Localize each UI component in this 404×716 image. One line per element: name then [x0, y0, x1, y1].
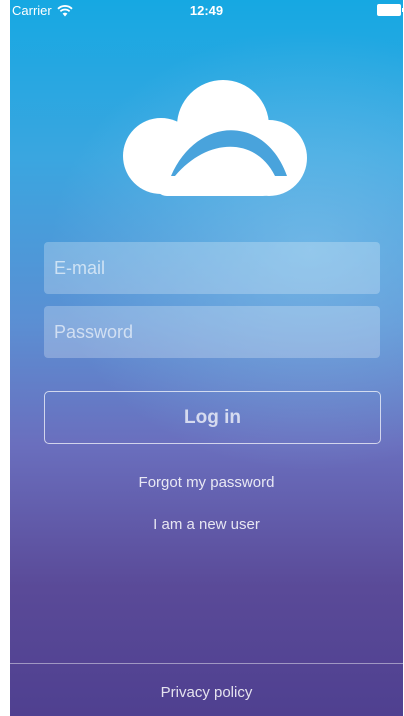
forgot-password-link[interactable]: Forgot my password: [10, 474, 403, 491]
footer-divider: [10, 663, 403, 664]
privacy-policy-link[interactable]: Privacy policy: [10, 684, 403, 701]
battery-icon: [377, 4, 403, 16]
password-field[interactable]: [44, 306, 380, 358]
status-bar: Carrier 12:49: [10, 0, 403, 20]
cloud-logo-icon: [123, 80, 307, 196]
email-field[interactable]: [44, 242, 380, 294]
login-screen: Carrier 12:49 Log in Forgot my password …: [10, 0, 403, 716]
new-user-link[interactable]: I am a new user: [10, 516, 403, 533]
clock: 12:49: [189, 3, 224, 18]
login-button[interactable]: Log in: [44, 391, 381, 444]
